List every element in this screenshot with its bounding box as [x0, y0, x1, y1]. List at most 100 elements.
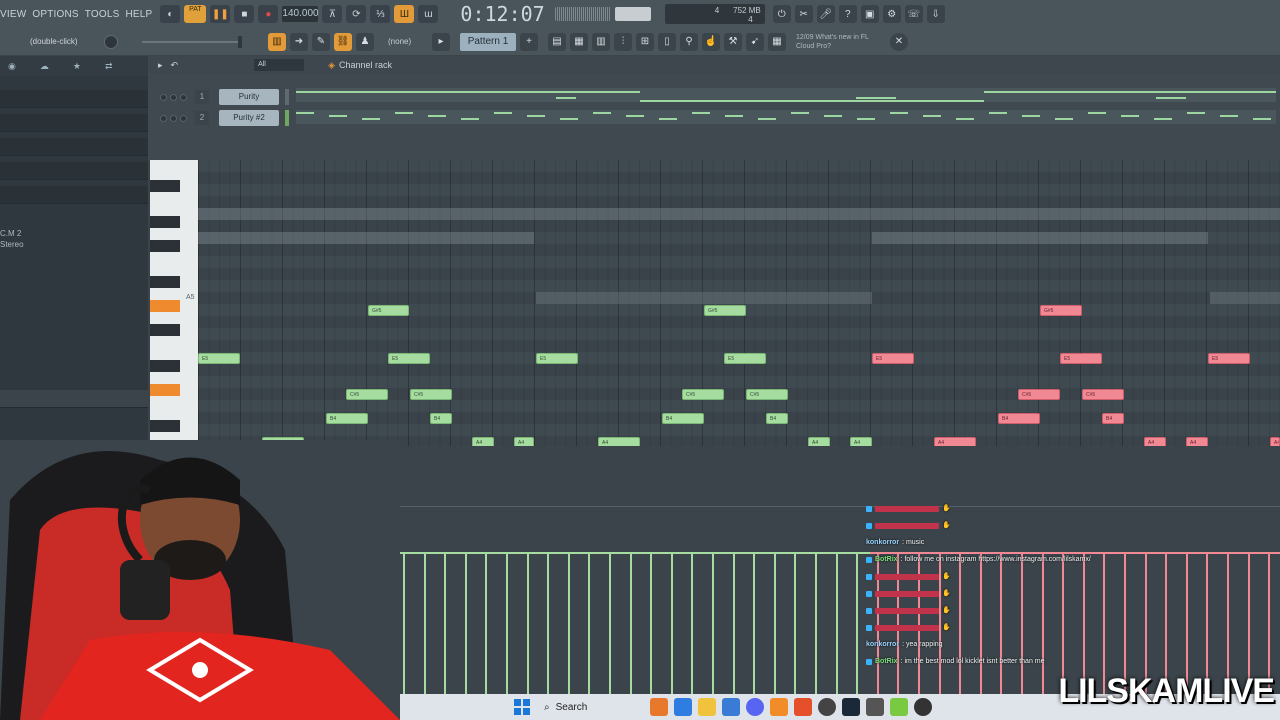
app-icon[interactable] — [890, 698, 908, 716]
velocity-bar[interactable] — [423, 552, 426, 694]
file-icon[interactable]: ▯ — [658, 32, 676, 51]
velocity-bar[interactable] — [506, 552, 508, 694]
channel-name[interactable]: Purity — [219, 89, 279, 105]
file-explorer-icon[interactable] — [698, 698, 716, 716]
download-icon[interactable]: ⇩ — [926, 5, 945, 23]
browser-row[interactable] — [0, 186, 148, 204]
calendar-icon[interactable] — [722, 698, 740, 716]
midi-note[interactable]: C#5 — [1082, 388, 1124, 400]
midi-note[interactable]: C#5 — [746, 388, 788, 400]
midi-note[interactable]: G#5 — [704, 304, 746, 316]
mic-icon[interactable]: 🎤︎ — [816, 5, 835, 23]
link-icon[interactable]: ⛓ — [334, 32, 352, 51]
power-icon[interactable]: ⏻ — [772, 5, 791, 23]
mixer-icon[interactable]: ✂ — [794, 5, 813, 23]
midi-note[interactable]: B4 — [998, 412, 1040, 424]
copilot-icon[interactable] — [674, 698, 692, 716]
menu-view[interactable]: VIEW — [0, 9, 26, 20]
black-key[interactable] — [150, 180, 180, 192]
highlighted-key[interactable] — [150, 384, 180, 396]
black-key[interactable] — [150, 324, 180, 336]
velocity-bar[interactable] — [773, 552, 776, 694]
midi-note[interactable]: B4 — [326, 412, 368, 424]
velocity-bar[interactable] — [691, 552, 694, 694]
piano-roll-grid[interactable]: G#5E5E5E5G#5E5C#5C#5B4B4A4A4A4G#4G#4G#4G… — [198, 160, 1280, 446]
typing-keyboard-icon[interactable]: Ш — [394, 5, 415, 23]
velocity-bar[interactable] — [794, 552, 797, 694]
velocity-bar[interactable] — [732, 552, 735, 694]
channel-select[interactable] — [285, 110, 289, 126]
news-close-icon[interactable]: ✕ — [890, 32, 908, 51]
midi-note[interactable]: A4 — [1270, 436, 1280, 446]
tempo-display[interactable]: 140.000 — [282, 6, 319, 22]
midi-note[interactable]: C#5 — [1018, 388, 1060, 400]
black-key[interactable] — [150, 420, 180, 432]
obs-icon[interactable] — [818, 698, 836, 716]
browser-all-icon[interactable]: ◉ — [8, 61, 16, 72]
fl-studio-icon[interactable] — [770, 698, 788, 716]
piano-roll-icon[interactable]: ▦ — [570, 32, 588, 51]
browser-folder-icon[interactable]: ⇄ — [105, 61, 113, 72]
midi-note[interactable]: B4 — [662, 412, 704, 424]
metronome-icon[interactable]: ⊼ — [322, 5, 343, 23]
playlist-icon[interactable]: ▤ — [548, 32, 566, 51]
midi-note[interactable]: A4 — [934, 436, 976, 446]
undo-icon[interactable]: ↶ — [171, 60, 179, 71]
plugin-icon[interactable]: ⚙ — [882, 5, 901, 23]
midi-note[interactable]: A4 — [514, 436, 534, 446]
velocity-bar[interactable] — [526, 552, 529, 694]
midi-note[interactable]: E5 — [1060, 352, 1102, 364]
steam-icon[interactable] — [842, 698, 860, 716]
pattern-selector[interactable]: Pattern 1 — [460, 32, 516, 51]
browser-row[interactable] — [0, 138, 148, 156]
pattern-prev-icon[interactable]: ▸ — [432, 32, 450, 51]
record-knob-icon[interactable]: ◐ — [160, 5, 181, 23]
velocity-bar[interactable] — [835, 552, 838, 694]
record-button[interactable]: ● — [258, 5, 279, 23]
velocity-bar[interactable] — [712, 552, 714, 694]
channel-filter[interactable]: All — [254, 59, 305, 71]
midi-note[interactable]: B4 — [430, 412, 452, 424]
browser-row[interactable] — [0, 114, 148, 132]
velocity-bar[interactable] — [650, 552, 653, 694]
mixer-view-icon[interactable]: ⫶ — [614, 32, 632, 51]
play-arrow-icon[interactable]: ▸ — [158, 60, 163, 71]
black-key[interactable] — [150, 276, 180, 288]
piano-keyboard[interactable] — [150, 160, 198, 446]
velocity-bar[interactable] — [629, 552, 632, 694]
pattern-song-toggle[interactable]: PAT — [184, 5, 207, 23]
menu-options[interactable]: OPTIONS — [32, 9, 78, 20]
velocity-bar[interactable] — [856, 552, 859, 694]
midi-note[interactable]: A4 — [808, 436, 830, 446]
channel-name[interactable]: Purity #2 — [219, 110, 279, 126]
midi-note[interactable]: C#5 — [346, 388, 388, 400]
midi-note[interactable]: E5 — [536, 352, 578, 364]
song-position[interactable]: 0:12:07 — [460, 2, 544, 26]
velocity-bar[interactable] — [444, 552, 447, 694]
windows-start-icon[interactable] — [514, 699, 530, 715]
midi-note[interactable]: E5 — [198, 352, 240, 364]
plugin-picker-icon[interactable]: ⚲ — [680, 32, 698, 51]
master-pitch-knob[interactable] — [104, 34, 118, 49]
midi-note[interactable]: G#5 — [1040, 304, 1082, 316]
menu-tools[interactable]: TOOLS — [85, 9, 120, 20]
velocity-bar[interactable] — [609, 552, 611, 694]
velocity-bar[interactable] — [670, 552, 673, 694]
browser-icon[interactable]: ⊞ — [636, 32, 654, 51]
browser-row[interactable] — [0, 90, 148, 108]
velocity-bar[interactable] — [403, 552, 405, 694]
velocity-bar[interactable] — [815, 552, 817, 694]
snap-select[interactable]: (none) — [388, 37, 428, 46]
midi-note[interactable]: A4 — [1186, 436, 1208, 446]
midi-note[interactable]: C#5 — [682, 388, 724, 400]
stop-button[interactable]: ■ — [234, 5, 255, 23]
news-panel[interactable]: 12/09 What's new in FL Cloud Pro? — [796, 33, 886, 51]
black-key[interactable] — [150, 216, 180, 228]
midi-note[interactable]: A4 — [1144, 436, 1166, 446]
app-icon[interactable] — [650, 698, 668, 716]
midi-note[interactable]: G#5 — [368, 304, 409, 316]
midi-note[interactable]: B4 — [1102, 412, 1124, 424]
menu-help[interactable]: HELP — [125, 9, 152, 20]
velocity-bar[interactable] — [567, 552, 570, 694]
help-icon[interactable]: ? — [838, 5, 857, 23]
